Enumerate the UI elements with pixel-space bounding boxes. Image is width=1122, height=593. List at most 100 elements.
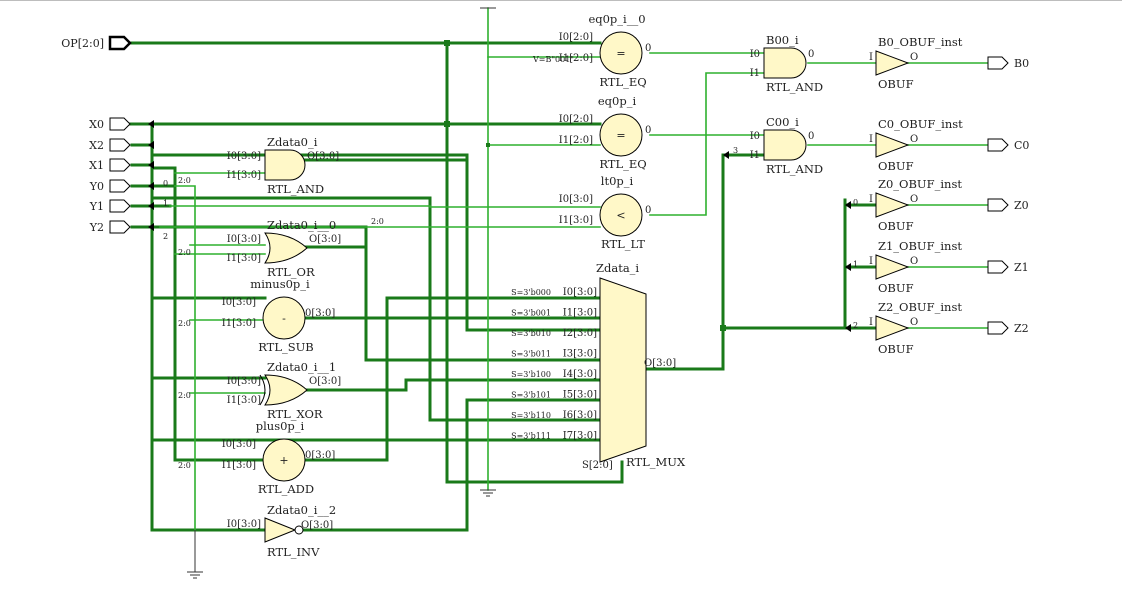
- lt-symbol: <: [616, 209, 625, 222]
- add-name: plus0p_i: [256, 419, 305, 433]
- output-port-b0-icon[interactable]: [987, 56, 1009, 70]
- cell-add[interactable]: + plus0p_i RTL_ADD I0[3:0] I1[3:0] 0[3:0]: [222, 419, 336, 496]
- obuf_b-name: B0_OBUF_inst: [878, 35, 963, 49]
- sub-name: minus0p_i: [250, 277, 310, 291]
- bit-label: 3: [733, 146, 738, 155]
- xor-out: [303, 378, 602, 392]
- mux-sel-6: S=3'b110: [511, 411, 551, 420]
- mux-in-2: I2[3:0]: [563, 328, 597, 339]
- mux-out: [644, 153, 766, 371]
- ground-icon: [187, 530, 203, 579]
- add-symbol: +: [279, 454, 288, 467]
- add-in1: I1[3:0]: [222, 460, 256, 471]
- mux-sel-7: S=3'b111: [511, 432, 551, 441]
- input-port-op-icon[interactable]: [108, 35, 132, 51]
- and_z-in1: I1[3:0]: [227, 170, 261, 181]
- input-label-y0: Y0: [89, 180, 104, 193]
- bit-label: 1: [163, 199, 168, 208]
- mux-in-0: I0[3:0]: [563, 287, 597, 298]
- inv-body-icon: [264, 517, 297, 543]
- lt-out: 0: [645, 205, 651, 216]
- ground-icon: [480, 489, 496, 497]
- output-label-z2: Z2: [1014, 322, 1029, 335]
- eq2-symbol: =: [616, 129, 625, 142]
- input-port-y1-icon[interactable]: [109, 199, 131, 213]
- slice-label: 2:0: [178, 461, 191, 470]
- output-port-z1-icon[interactable]: [987, 260, 1009, 274]
- output-port-z0-icon[interactable]: [987, 198, 1009, 212]
- xor_z-out: O[3:0]: [309, 376, 341, 387]
- mux-type: RTL_MUX: [626, 455, 686, 469]
- mux-sel-2: S=3'b010: [511, 329, 551, 338]
- eq2-in0: I0[2:0]: [559, 114, 593, 125]
- eq2-out: 0: [645, 125, 651, 136]
- and_b-type: RTL_AND: [766, 80, 823, 94]
- cell-and_z[interactable]: Zdata0_i RTL_AND I0[3:0] I1[3:0] O[3:0]: [227, 135, 339, 196]
- obuf_b-in: I: [869, 52, 873, 63]
- obuf_z2-out: O: [910, 317, 918, 328]
- eq1-name: eq0p_i__0: [588, 12, 645, 26]
- sub-symbol: -: [282, 312, 286, 325]
- and_c-body-icon: [763, 129, 807, 161]
- obuf_z0-type: OBUF: [878, 219, 914, 233]
- lt-type: RTL_LT: [601, 237, 645, 251]
- lt-name: lt0p_i: [601, 174, 634, 188]
- and_z-type: RTL_AND: [267, 182, 324, 196]
- obuf_z2-body-icon: [875, 315, 910, 341]
- mux-in-3: I3[3:0]: [563, 349, 597, 360]
- mux-in-6: I6[3:0]: [563, 410, 597, 421]
- mux-sel-5: S=3'b101: [511, 391, 551, 400]
- input-port-y2-icon[interactable]: [109, 220, 131, 234]
- bit-label: 0: [853, 198, 858, 207]
- mux-sel-0: S=3'b000: [511, 288, 551, 297]
- y-bus: [173, 166, 267, 462]
- and_z-in0: I0[3:0]: [227, 151, 261, 162]
- net-wires: [128, 7, 989, 532]
- obuf_c-out: O: [910, 134, 918, 145]
- eq1-in0: I0[2:0]: [559, 32, 593, 43]
- bit-label: 1: [853, 260, 858, 269]
- output-label-c0: C0: [1014, 139, 1029, 152]
- or_z-type: RTL_OR: [267, 265, 315, 279]
- obuf_z1-name: Z1_OBUF_inst: [878, 239, 962, 253]
- cell-lt[interactable]: < lt0p_i RTL_LT I0[3:0] I1[3:0] 0: [559, 174, 652, 251]
- cell-eq2[interactable]: = eq0p_i RTL_EQ I0[2:0] I1[2:0] 0: [559, 94, 652, 171]
- obuf_b-out: O: [910, 52, 918, 63]
- mux-in-1: I1[3:0]: [563, 308, 597, 319]
- and_c-out: 0: [808, 131, 814, 142]
- input-port-x2-icon[interactable]: [109, 138, 131, 152]
- obuf_z1-in: I: [869, 256, 873, 267]
- obuf_b-body-icon: [875, 50, 910, 76]
- slice-label: 2:0: [178, 319, 191, 328]
- cell-eq1[interactable]: =eq0p_i__0RTL_EQI0[2:0]I1[2:0]0V=B"001": [532, 12, 651, 89]
- schematic-canvas[interactable]: OP[2:0] X0 X2 X1 Y0 Y1 Y2 B0 C0 Z0 Z1 Z2 = eq0p_i__0…: [0, 0, 1122, 593]
- output-label-b0: B0: [1014, 57, 1029, 70]
- inv-out: O[3:0]: [301, 520, 333, 531]
- obuf_z1-type: OBUF: [878, 281, 914, 295]
- eq1-out: 0: [645, 43, 651, 54]
- add-out: 0[3:0]: [305, 450, 335, 461]
- output-port-c0-icon[interactable]: [987, 138, 1009, 152]
- eq1-type: RTL_EQ: [599, 75, 646, 89]
- and_c-name: C00_i: [766, 115, 799, 129]
- input-port-x0-icon[interactable]: [109, 117, 131, 131]
- obuf_z1-body-icon: [875, 254, 910, 280]
- obuf_z0-body-icon: [875, 192, 910, 218]
- lt-in0: [169, 205, 601, 208]
- input-port-y0-icon[interactable]: [109, 179, 131, 193]
- and_z-body-icon: [264, 149, 306, 181]
- lt-in0: I0[3:0]: [559, 194, 593, 205]
- bit-label: 0: [163, 179, 168, 188]
- input-port-x1-icon[interactable]: [109, 158, 131, 172]
- mux-body-icon: [599, 277, 647, 463]
- ground-icons: [187, 7, 496, 579]
- and_c-type: RTL_AND: [766, 162, 823, 176]
- eq1-symbol: =: [616, 47, 625, 60]
- and_b-name: B00_i: [766, 33, 799, 47]
- mux-in-5: I5[3:0]: [563, 390, 597, 401]
- cell-sub[interactable]: - minus0p_i RTL_SUB I0[3:0] I1[3:0] 0[3:0]: [222, 277, 336, 354]
- slice-label: 2:0: [371, 217, 384, 226]
- inv-type: RTL_INV: [267, 545, 320, 559]
- and_c-in1: I1: [750, 150, 760, 161]
- output-port-z2-icon[interactable]: [987, 321, 1009, 335]
